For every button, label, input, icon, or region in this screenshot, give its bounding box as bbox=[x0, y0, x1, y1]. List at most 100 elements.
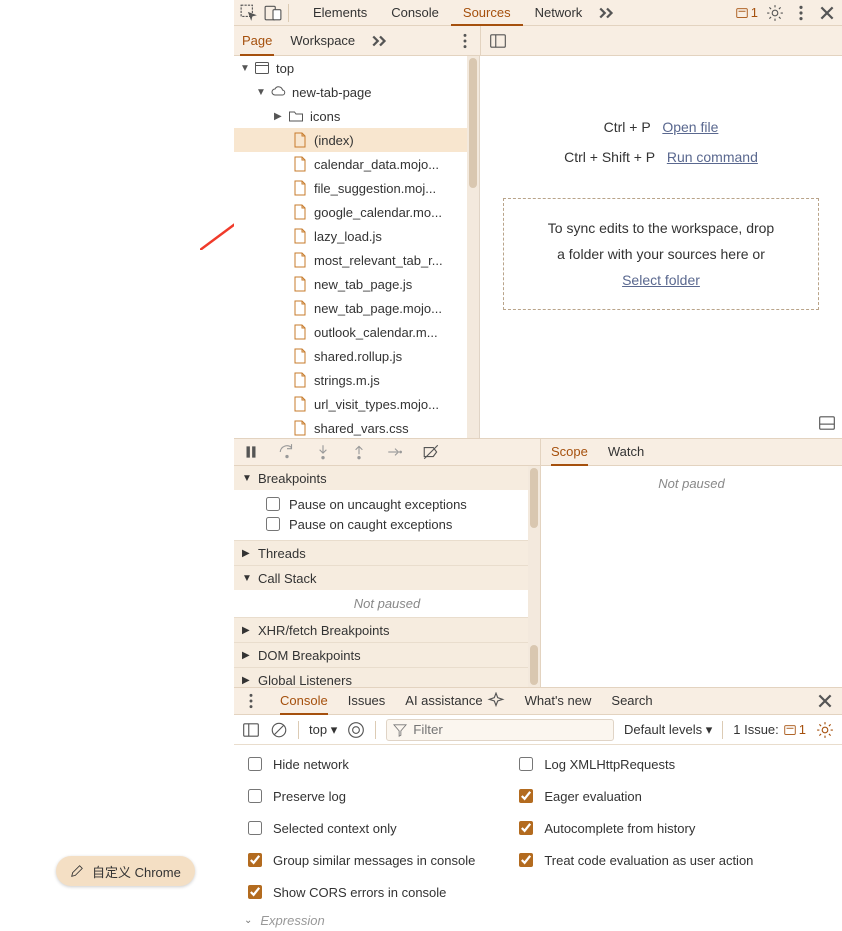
console-setting-checkbox[interactable]: Hide network bbox=[244, 753, 475, 775]
issues-badge[interactable]: 1 bbox=[735, 5, 758, 20]
tree-row-top[interactable]: ▼ top bbox=[234, 56, 467, 80]
close-drawer-icon[interactable] bbox=[816, 692, 834, 710]
tree-row-file[interactable]: new_tab_page.js bbox=[234, 272, 467, 296]
kebab-menu-icon[interactable] bbox=[456, 32, 474, 50]
file-icon bbox=[292, 300, 308, 316]
tree-row-file[interactable]: google_calendar.mo... bbox=[234, 200, 467, 224]
workspace-dropzone[interactable]: To sync edits to the workspace, drop a f… bbox=[503, 198, 819, 310]
tree-row-file[interactable]: file_suggestion.moj... bbox=[234, 176, 467, 200]
tree-row-file[interactable]: lazy_load.js bbox=[234, 224, 467, 248]
main-panel-tabs: Elements Console Sources Network bbox=[301, 0, 616, 26]
kebab-menu-icon[interactable] bbox=[792, 4, 810, 22]
file-icon bbox=[292, 324, 308, 340]
live-expression-icon[interactable] bbox=[347, 721, 365, 739]
console-setting-checkbox[interactable]: Selected context only bbox=[244, 817, 475, 839]
window-icon bbox=[254, 60, 270, 76]
close-devtools-icon[interactable] bbox=[818, 4, 836, 22]
run-command-link[interactable]: Run command bbox=[667, 149, 758, 165]
checkbox-caught[interactable]: Pause on caught exceptions bbox=[262, 514, 532, 534]
section-dom-breakpoints[interactable]: ▶DOM Breakpoints bbox=[234, 643, 540, 667]
file-icon bbox=[292, 204, 308, 220]
tree-row-file[interactable]: calendar_data.mojo... bbox=[234, 152, 467, 176]
editor-empty-pane: Ctrl + P Open file Ctrl + Shift + P Run … bbox=[480, 56, 842, 438]
tree-row-folder[interactable]: ▶ icons bbox=[234, 104, 467, 128]
more-tabs-icon[interactable] bbox=[371, 32, 389, 50]
console-settings: Hide network Preserve log Selected context… bbox=[234, 745, 842, 905]
select-folder-link[interactable]: Select folder bbox=[622, 267, 700, 293]
pencil-icon bbox=[70, 864, 84, 878]
section-xhr-breakpoints[interactable]: ▶XHR/fetch Breakpoints bbox=[234, 618, 540, 642]
context-selector[interactable]: top ▾ bbox=[309, 722, 337, 738]
tree-row-file[interactable]: (index) bbox=[234, 128, 467, 152]
drawer-tab-console[interactable]: Console bbox=[280, 687, 328, 715]
console-setting-checkbox[interactable]: Show CORS errors in console bbox=[244, 881, 475, 903]
tab-network[interactable]: Network bbox=[523, 0, 595, 26]
tab-elements[interactable]: Elements bbox=[301, 0, 379, 26]
settings-gear-icon[interactable] bbox=[766, 4, 784, 22]
folder-icon bbox=[288, 108, 304, 124]
section-threads[interactable]: ▶Threads bbox=[234, 541, 540, 565]
tree-label: most_relevant_tab_r... bbox=[314, 253, 443, 268]
editor-tabstrip bbox=[480, 26, 842, 56]
tree-row-domain[interactable]: ▼ new-tab-page bbox=[234, 80, 467, 104]
step-into-icon[interactable] bbox=[314, 443, 332, 461]
tree-row-file[interactable]: url_visit_types.mojo... bbox=[234, 392, 467, 416]
tree-label: calendar_data.mojo... bbox=[314, 157, 439, 172]
log-levels-selector[interactable]: Default levels ▾ bbox=[624, 722, 712, 738]
console-setting-checkbox[interactable]: Preserve log bbox=[244, 785, 475, 807]
toggle-sidebar-icon[interactable] bbox=[242, 721, 260, 739]
navigator-tab-workspace[interactable]: Workspace bbox=[288, 26, 357, 56]
section-breakpoints[interactable]: ▼Breakpoints bbox=[234, 466, 540, 490]
tree-label: url_visit_types.mojo... bbox=[314, 397, 439, 412]
open-file-link[interactable]: Open file bbox=[662, 119, 718, 135]
console-filter-input[interactable] bbox=[386, 719, 614, 741]
expression-row[interactable]: ⌄ Expression bbox=[244, 909, 832, 931]
tree-row-file[interactable]: new_tab_page.mojo... bbox=[234, 296, 467, 320]
tab-watch[interactable]: Watch bbox=[608, 438, 644, 466]
drawer-tab-ai-assistance[interactable]: AI assistance bbox=[405, 687, 482, 715]
step-icon[interactable] bbox=[386, 443, 404, 461]
sources-navigator-tabs: Page Workspace bbox=[234, 26, 480, 56]
drawer-tab-issues[interactable]: Issues bbox=[348, 687, 386, 715]
tab-scope[interactable]: Scope bbox=[551, 438, 588, 466]
toggle-navigator-icon[interactable] bbox=[489, 32, 507, 50]
checkbox-uncaught[interactable]: Pause on uncaught exceptions bbox=[262, 494, 532, 514]
section-global-listeners[interactable]: ▶Global Listeners bbox=[234, 668, 540, 687]
chevron-down-icon: ▼ bbox=[256, 87, 268, 98]
tab-console[interactable]: Console bbox=[379, 0, 451, 26]
file-icon bbox=[292, 252, 308, 268]
scrollbar[interactable] bbox=[528, 466, 540, 687]
tree-label: new_tab_page.mojo... bbox=[314, 301, 442, 316]
step-out-icon[interactable] bbox=[350, 443, 368, 461]
customize-chrome-label: 自定义 Chrome bbox=[92, 862, 181, 881]
tree-row-file[interactable]: most_relevant_tab_r... bbox=[234, 248, 467, 272]
console-setting-checkbox[interactable]: Treat code evaluation as user action bbox=[515, 849, 753, 871]
drawer-tab-whats-new[interactable]: What's new bbox=[525, 687, 592, 715]
clear-console-icon[interactable] bbox=[270, 721, 288, 739]
pause-icon[interactable] bbox=[242, 443, 260, 461]
drawer-tab-search[interactable]: Search bbox=[611, 687, 652, 715]
tree-row-file[interactable]: shared.rollup.js bbox=[234, 344, 467, 368]
console-settings-gear-icon[interactable] bbox=[816, 721, 834, 739]
toggle-debugger-icon[interactable] bbox=[818, 414, 836, 432]
inspect-element-icon[interactable] bbox=[240, 4, 258, 22]
tree-row-file[interactable]: strings.m.js bbox=[234, 368, 467, 392]
customize-chrome-button[interactable]: 自定义 Chrome bbox=[56, 856, 195, 886]
console-setting-checkbox[interactable]: Eager evaluation bbox=[515, 785, 753, 807]
navigator-tab-page[interactable]: Page bbox=[240, 26, 274, 56]
console-setting-checkbox[interactable]: Autocomplete from history bbox=[515, 817, 753, 839]
scrollbar[interactable] bbox=[467, 56, 479, 438]
tree-row-file[interactable]: shared_vars.css bbox=[234, 416, 467, 438]
deactivate-breakpoints-icon[interactable] bbox=[422, 443, 440, 461]
console-setting-checkbox[interactable]: Log XMLHttpRequests bbox=[515, 753, 753, 775]
section-callstack[interactable]: ▼Call Stack bbox=[234, 566, 540, 590]
device-toolbar-icon[interactable] bbox=[264, 4, 282, 22]
tree-row-file[interactable]: outlook_calendar.m... bbox=[234, 320, 467, 344]
console-issues-link[interactable]: 1 Issue: 1 bbox=[733, 722, 806, 737]
tab-sources[interactable]: Sources bbox=[451, 0, 523, 26]
kebab-menu-icon[interactable] bbox=[242, 692, 260, 710]
console-setting-checkbox[interactable]: Group similar messages in console bbox=[244, 849, 475, 871]
more-tabs-icon[interactable] bbox=[598, 4, 616, 22]
step-over-icon[interactable] bbox=[278, 443, 296, 461]
file-icon bbox=[292, 276, 308, 292]
